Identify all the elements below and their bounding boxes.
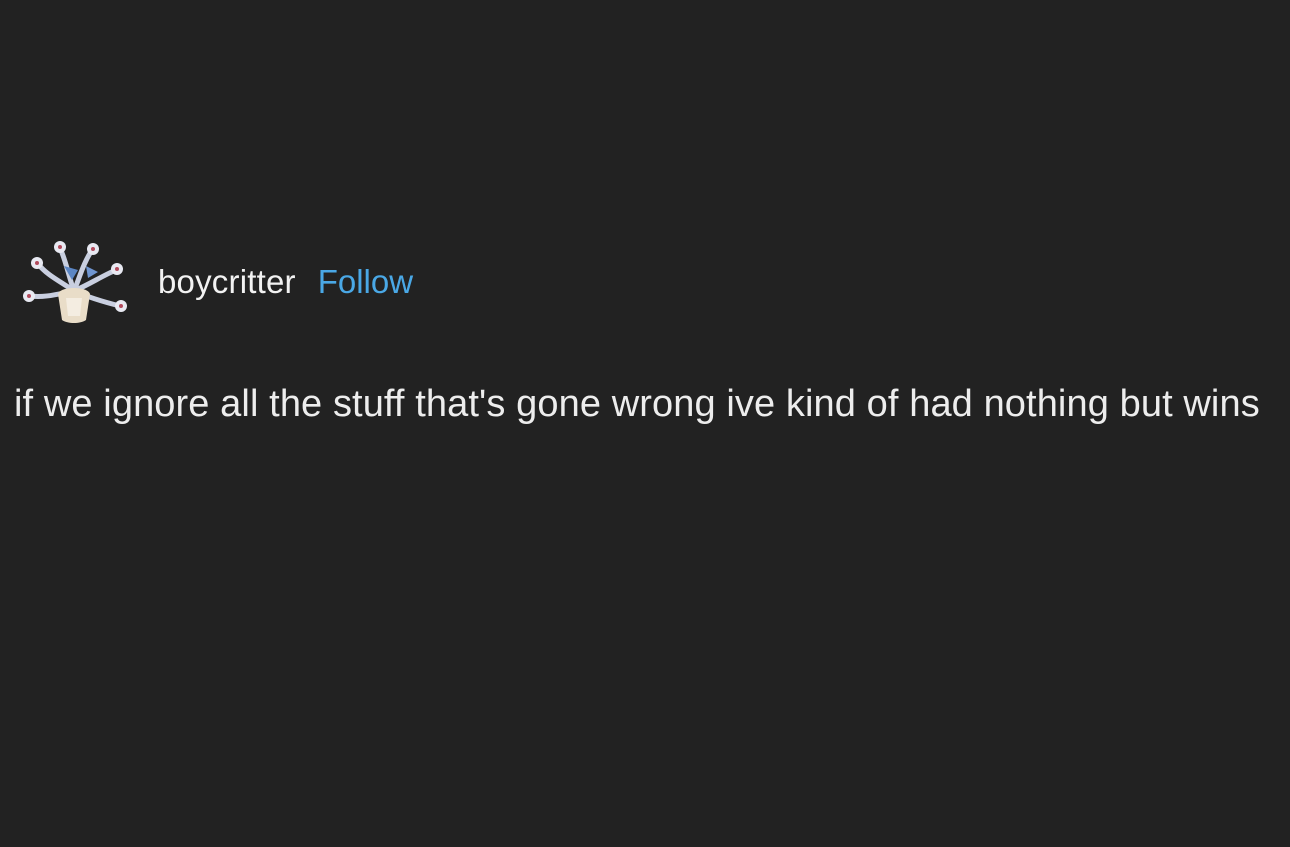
post-card: boycritter Follow if we ignore all the s…: [0, 0, 1290, 847]
sea-creature-avatar-icon: [23, 241, 127, 323]
follow-button[interactable]: Follow: [318, 265, 413, 298]
avatar[interactable]: [20, 236, 128, 326]
username-link[interactable]: boycritter: [158, 265, 296, 298]
post-text: if we ignore all the stuff that's gone w…: [14, 383, 1260, 425]
post-header: boycritter Follow: [20, 236, 413, 326]
